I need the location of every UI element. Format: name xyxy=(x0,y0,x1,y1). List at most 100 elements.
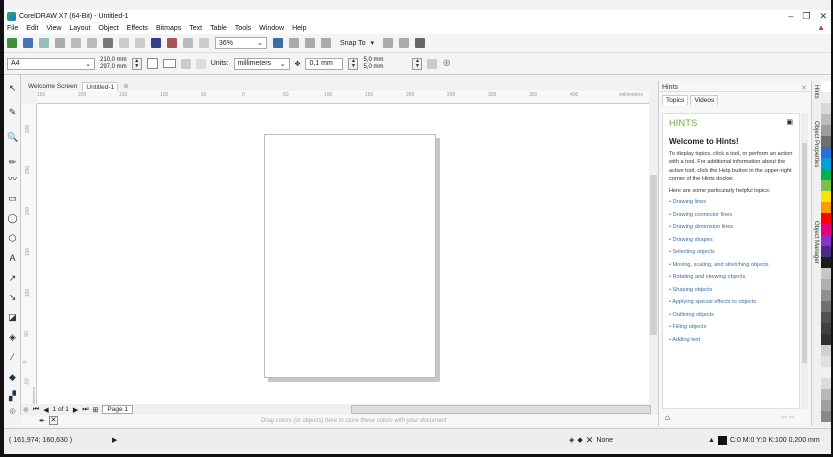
shape-tool-icon[interactable]: ✎ xyxy=(7,107,18,118)
prev-page-icon[interactable]: ◀ xyxy=(43,406,48,414)
add-page-after-icon[interactable]: ⊞ xyxy=(93,406,99,414)
palette-swatch[interactable] xyxy=(821,103,831,114)
vertical-scrollbar[interactable] xyxy=(649,91,658,404)
open-icon[interactable] xyxy=(23,38,33,48)
dock-tab-hints[interactable]: Hints xyxy=(813,85,819,99)
palette-swatch[interactable] xyxy=(821,191,831,202)
save-icon[interactable] xyxy=(39,38,49,48)
freehand-tool-icon[interactable]: ✏ xyxy=(7,157,18,168)
hint-link[interactable]: • Filling objects xyxy=(669,324,793,331)
new-tab-icon[interactable]: ⊕ xyxy=(120,82,131,91)
undo-icon[interactable] xyxy=(119,38,129,48)
menu-table[interactable]: Table xyxy=(210,25,227,32)
nudge-spinner[interactable]: ▲ ▼ xyxy=(348,57,359,70)
palette-swatch[interactable] xyxy=(821,367,831,378)
palette-swatch[interactable] xyxy=(821,345,831,356)
close-icon[interactable]: ✕ xyxy=(819,10,827,23)
menu-bitmaps[interactable]: Bitmaps xyxy=(156,25,181,32)
hints-scrollbar[interactable] xyxy=(801,113,808,409)
hint-link[interactable]: • Selecting objects xyxy=(669,249,793,256)
horizontal-scrollbar[interactable] xyxy=(351,405,651,414)
palette-swatch[interactable] xyxy=(821,257,831,268)
hint-link[interactable]: • Rotating and skewing objects xyxy=(669,274,793,281)
horizontal-ruler[interactable]: 150 200 150 100 50 0 50 100 150 200 250 … xyxy=(37,91,649,104)
landscape-icon[interactable] xyxy=(162,59,176,68)
last-page-icon[interactable]: ⏭ xyxy=(82,406,88,414)
paper-size-select[interactable]: A4 ⌄ xyxy=(7,57,95,70)
page-1-tab[interactable]: Page 1 xyxy=(102,405,134,414)
palette-swatch[interactable] xyxy=(821,268,831,279)
units-select[interactable]: millimeters ⌄ xyxy=(233,57,290,70)
hint-link[interactable]: • Applying special effects to objects xyxy=(669,299,793,306)
add-tool-icon[interactable]: ⊕ xyxy=(7,406,18,417)
hints-help-icon[interactable]: ▣ xyxy=(786,118,793,137)
zoom-tool-icon[interactable]: 🔍 xyxy=(7,132,18,143)
tab-topics[interactable]: Topics xyxy=(662,95,689,105)
palette-swatch[interactable] xyxy=(821,290,831,301)
menu-text[interactable]: Text xyxy=(189,25,202,32)
palette-swatch[interactable] xyxy=(821,301,831,312)
palette-swatch[interactable] xyxy=(821,334,831,345)
dock-tab-object-properties[interactable]: Object Properties xyxy=(813,121,819,167)
palette-swatch[interactable] xyxy=(821,378,831,389)
duplicate-spinner[interactable]: ▲ ▼ xyxy=(412,57,423,70)
scroll-thumb[interactable] xyxy=(650,175,657,335)
menu-tools[interactable]: Tools xyxy=(235,25,251,32)
palette-swatch[interactable] xyxy=(821,323,831,334)
show-grid-icon[interactable] xyxy=(305,38,315,48)
menu-view[interactable]: View xyxy=(46,25,61,32)
snap-to-dropdown[interactable]: Snap To ▾ xyxy=(337,37,377,49)
text-tool-icon[interactable]: A xyxy=(7,253,18,264)
minimize-icon[interactable]: – xyxy=(788,10,793,23)
zoom-select[interactable]: 36% ⌄ xyxy=(215,37,267,49)
palette-swatch[interactable] xyxy=(821,411,831,422)
first-page-icon[interactable]: ⏮ xyxy=(33,406,39,414)
dock-tab-object-manager[interactable]: Object Manager xyxy=(813,221,819,264)
palette-swatch[interactable] xyxy=(821,158,831,169)
current-page-icon[interactable] xyxy=(195,58,206,69)
dimension-spinner[interactable]: ▲ ▼ xyxy=(131,57,142,70)
next-page-icon[interactable]: ▶ xyxy=(73,406,78,414)
vertical-ruler[interactable]: 300 250 200 150 100 50 0 -50 millimeters xyxy=(21,104,37,406)
nudge-distance-field[interactable]: 0,1 mm xyxy=(305,57,344,70)
transparency-icon[interactable]: ◈ xyxy=(7,332,18,343)
palette-swatch[interactable] xyxy=(821,213,831,224)
restore-icon[interactable]: ❐ xyxy=(802,10,810,23)
redo-icon[interactable] xyxy=(135,38,145,48)
pick-tool-icon[interactable]: ↖ xyxy=(7,83,18,94)
hint-link[interactable]: • Drawing shapes xyxy=(669,237,793,244)
all-pages-icon[interactable] xyxy=(180,58,191,69)
hints-nav-arrows-icon[interactable]: ⇦ ⇨ xyxy=(781,413,795,421)
palette-swatch[interactable] xyxy=(821,312,831,323)
show-guidelines-icon[interactable] xyxy=(321,38,331,48)
alignment-guides-icon[interactable] xyxy=(399,38,409,48)
hints-home-icon[interactable]: ⌂ xyxy=(665,413,670,422)
hint-link[interactable]: • Drawing lines xyxy=(669,199,793,206)
drawing-canvas[interactable] xyxy=(37,104,649,404)
hint-link[interactable]: • Drawing dimension lines xyxy=(669,224,793,231)
palette-swatch[interactable] xyxy=(821,169,831,180)
palette-swatch[interactable] xyxy=(821,114,831,125)
palette-swatch[interactable] xyxy=(821,136,831,147)
page-width-field[interactable]: 210,0 mm xyxy=(100,57,127,64)
no-color-icon[interactable]: ✕ xyxy=(48,416,58,425)
palette-swatch[interactable] xyxy=(821,147,831,158)
fill-icon[interactable]: ◈ xyxy=(569,436,574,444)
palette-swatch[interactable] xyxy=(821,202,831,213)
palette-swatch[interactable] xyxy=(821,81,831,92)
treat-as-filled-icon[interactable] xyxy=(427,58,438,69)
menu-window[interactable]: Window xyxy=(259,25,284,32)
polygon-tool-icon[interactable]: ⬡ xyxy=(7,233,18,244)
document-close-icon[interactable]: ▲ xyxy=(817,23,825,32)
ellipse-tool-icon[interactable]: ◯ xyxy=(7,213,18,224)
palette-swatch[interactable] xyxy=(821,224,831,235)
hint-link[interactable]: • Shaping objects xyxy=(669,287,793,294)
add-icon[interactable]: ⊕ xyxy=(442,58,450,69)
palette-swatch[interactable] xyxy=(821,125,831,136)
outline-pen-icon[interactable]: ▲ xyxy=(708,437,715,444)
menu-layout[interactable]: Layout xyxy=(69,25,90,32)
eyedropper-icon[interactable]: ✒ xyxy=(39,417,45,425)
duplicate-x-field[interactable]: 5,0 mm xyxy=(363,57,407,64)
palette-swatch[interactable] xyxy=(821,235,831,246)
status-menu-icon[interactable]: ▶ xyxy=(112,436,117,444)
